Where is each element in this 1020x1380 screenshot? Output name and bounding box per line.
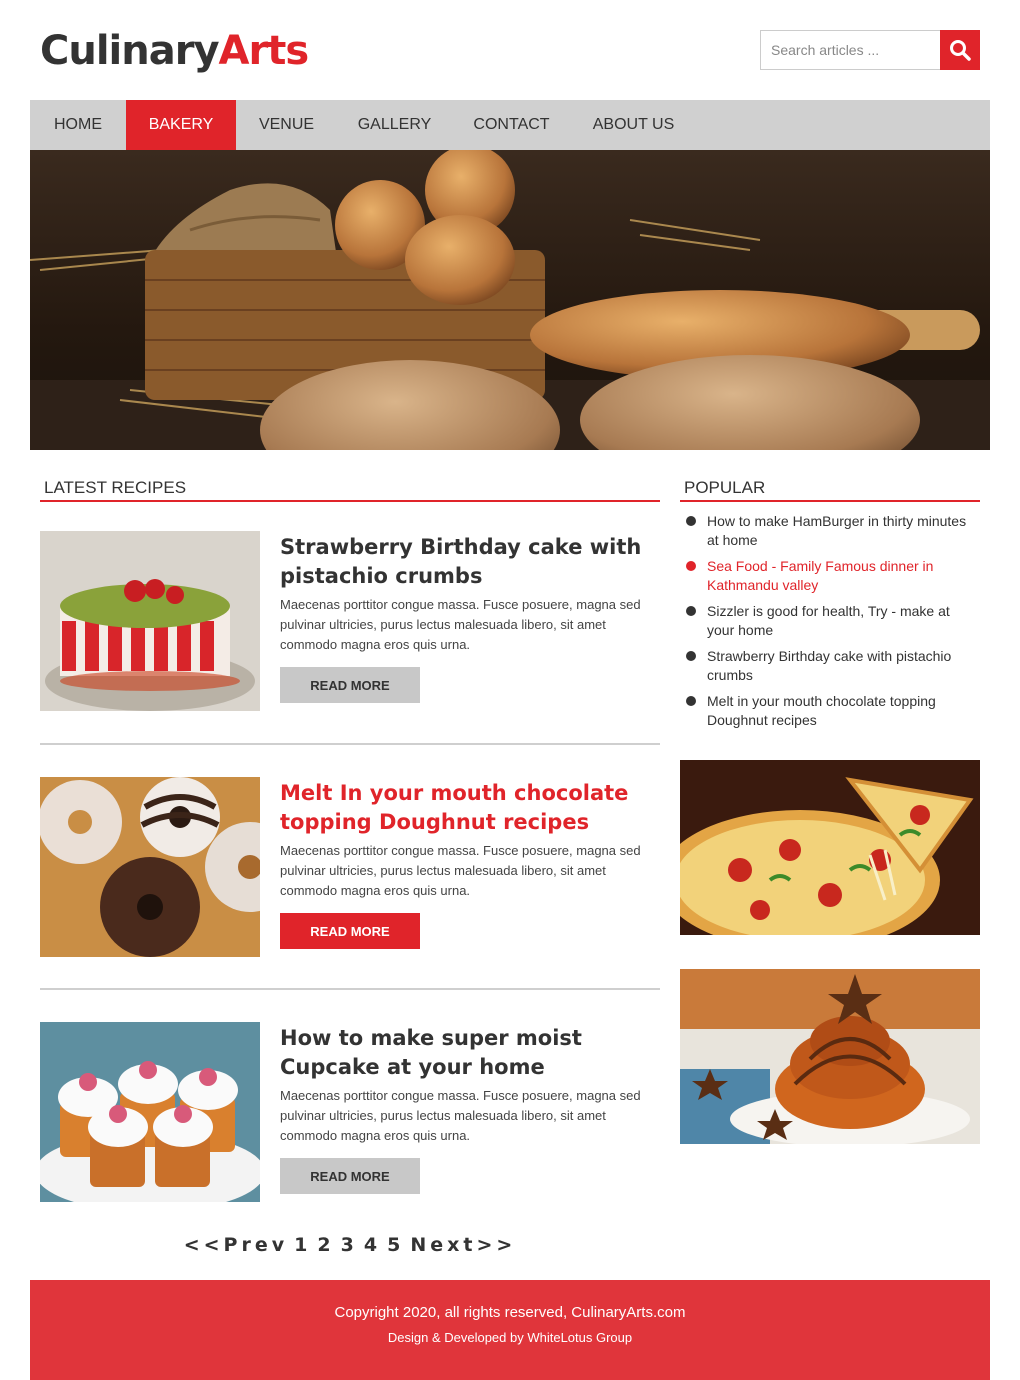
pagination-prev[interactable]: <<Prev <box>184 1234 288 1256</box>
pagination-page-3[interactable]: 3 <box>341 1234 358 1256</box>
search-icon <box>950 40 971 61</box>
recipe-card: How to make super moist Cupcake at your … <box>40 1022 660 1202</box>
popular-item[interactable]: Strawberry Birthday cake with pistachio … <box>686 647 976 684</box>
pagination-next[interactable]: Next>> <box>410 1234 516 1256</box>
recipe-divider <box>40 988 660 990</box>
popular-item-label: How to make HamBurger in thirty minutes … <box>707 513 967 548</box>
recipe-card: Melt In your mouth chocolate topping Dou… <box>40 777 660 957</box>
popular-item[interactable]: How to make HamBurger in thirty minutes … <box>686 512 976 549</box>
popular-item-label: Sea Food - Family Famous dinner in Kathm… <box>707 558 934 593</box>
read-more-button[interactable]: READ MORE <box>280 667 420 703</box>
popular-item-label: Strawberry Birthday cake with pistachio … <box>707 648 952 683</box>
recipe-divider <box>40 743 660 745</box>
recipe-image-strawberry-cake[interactable] <box>40 531 260 711</box>
pagination-page-2[interactable]: 2 <box>317 1234 334 1256</box>
pizza-image[interactable] <box>680 760 980 935</box>
footer-copyright: Copyright 2020, all rights reserved, Cul… <box>334 1304 686 1321</box>
nav-item-bakery[interactable]: BAKERY <box>126 100 236 150</box>
nav-item-home[interactable]: HOME <box>30 100 126 150</box>
popular-item[interactable]: Sea Food - Family Famous dinner in Kathm… <box>686 557 976 594</box>
main-nav: HOME BAKERY VENUE GALLERY CONTACT ABOUT … <box>30 100 990 150</box>
search-box <box>760 30 980 70</box>
logo-text-arts: Arts <box>218 28 310 74</box>
recipe-description: Maecenas porttitor congue massa. Fusce p… <box>280 597 641 652</box>
site-footer: Copyright 2020, all rights reserved, Cul… <box>30 1280 990 1380</box>
pagination-page-1[interactable]: 1 <box>294 1234 311 1256</box>
read-more-button[interactable]: READ MORE <box>280 913 420 949</box>
recipe-description: Maecenas porttitor congue massa. Fusce p… <box>280 1088 641 1143</box>
bullet-icon <box>686 651 696 661</box>
popular-item[interactable]: Sizzler is good for health, Try - make a… <box>686 602 976 639</box>
popular-list: How to make HamBurger in thirty minutes … <box>686 512 976 737</box>
recipe-image-cupcakes[interactable] <box>40 1022 260 1202</box>
nav-item-contact[interactable]: CONTACT <box>452 100 571 150</box>
bullet-icon <box>686 696 696 706</box>
bullet-icon <box>686 516 696 526</box>
logo-text-culinary: Culinary <box>40 28 220 74</box>
search-button[interactable] <box>940 30 980 70</box>
nav-item-about-us[interactable]: ABOUT US <box>571 100 696 150</box>
recipe-card: Strawberry Birthday cake with pistachio … <box>40 531 660 711</box>
popular-item-label: Melt in your mouth chocolate topping Dou… <box>707 693 936 728</box>
read-more-button[interactable]: READ MORE <box>280 1158 420 1194</box>
site-logo[interactable]: CulinaryArts <box>40 28 310 74</box>
recipe-image-doughnuts[interactable] <box>40 777 260 957</box>
nav-item-venue[interactable]: VENUE <box>236 100 337 150</box>
pagination: <<Prev 1 2 3 4 5 Next>> <box>0 1234 700 1256</box>
recipe-title[interactable]: How to make super moist Cupcake at your … <box>280 1024 650 1082</box>
latest-recipes-heading: LATEST RECIPES <box>40 478 660 502</box>
nav-item-gallery[interactable]: GALLERY <box>337 100 452 150</box>
bullet-icon <box>686 561 696 571</box>
recipe-title[interactable]: Strawberry Birthday cake with pistachio … <box>280 533 650 591</box>
search-input[interactable] <box>760 30 940 70</box>
cinnamon-bun-image[interactable] <box>680 969 980 1144</box>
pagination-page-5[interactable]: 5 <box>387 1234 404 1256</box>
bullet-icon <box>686 606 696 616</box>
hero-banner-image <box>30 150 990 450</box>
footer-credit: Design & Developed by WhiteLotus Group <box>387 1330 633 1345</box>
popular-item-label: Sizzler is good for health, Try - make a… <box>707 603 950 638</box>
popular-heading: POPULAR <box>680 478 980 502</box>
recipe-title[interactable]: Melt In your mouth chocolate topping Dou… <box>280 779 650 837</box>
pagination-page-4[interactable]: 4 <box>364 1234 381 1256</box>
popular-item[interactable]: Melt in your mouth chocolate topping Dou… <box>686 692 976 729</box>
recipe-description: Maecenas porttitor congue massa. Fusce p… <box>280 843 641 898</box>
